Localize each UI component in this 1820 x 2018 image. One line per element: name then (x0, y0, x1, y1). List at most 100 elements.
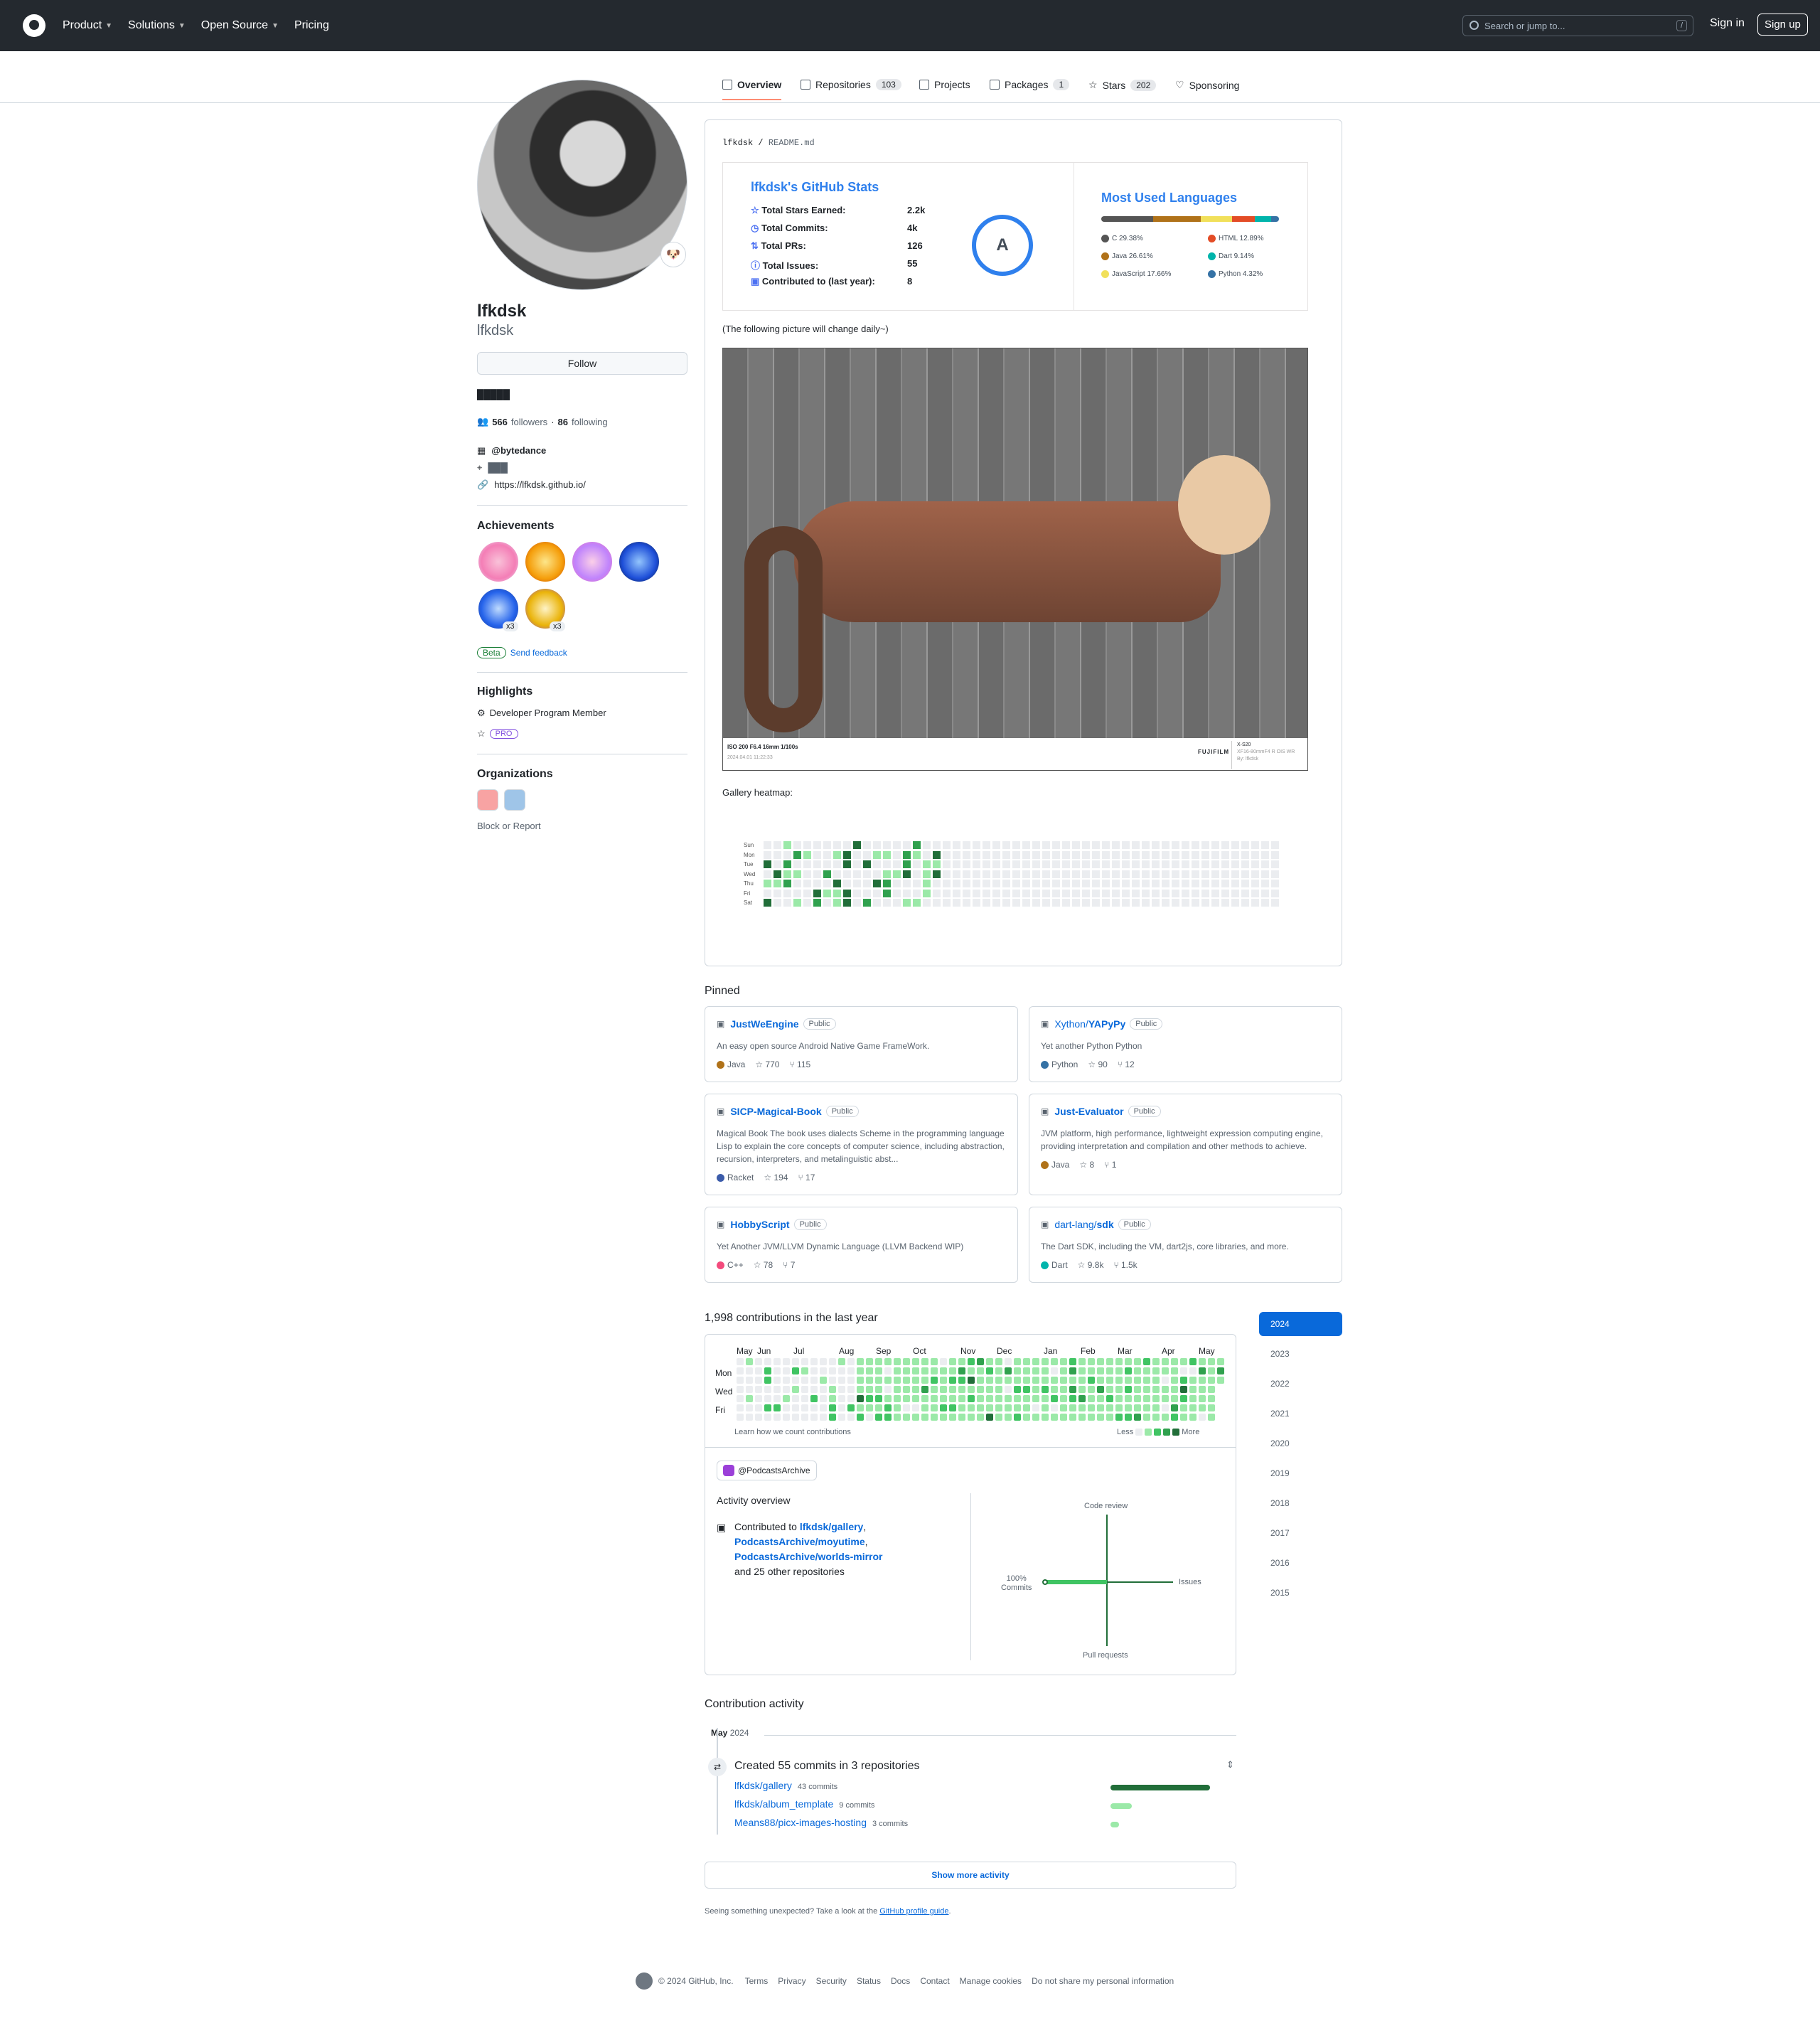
contrib-cell[interactable] (792, 1395, 799, 1402)
contrib-cell[interactable] (977, 1404, 984, 1411)
contrib-cell[interactable] (755, 1404, 762, 1411)
contrib-cell[interactable] (1060, 1395, 1067, 1402)
contrib-cell[interactable] (783, 1358, 790, 1365)
contrib-cell[interactable] (940, 1377, 947, 1384)
contrib-cell[interactable] (995, 1367, 1002, 1374)
contrib-cell[interactable] (894, 1404, 901, 1411)
contrib-cell[interactable] (1199, 1395, 1206, 1402)
contrib-cell[interactable] (1208, 1414, 1215, 1421)
contrib-cell[interactable] (1042, 1377, 1049, 1384)
contrib-cell[interactable] (857, 1386, 864, 1393)
contrib-cell[interactable] (1125, 1386, 1132, 1393)
nav-pricing[interactable]: Pricing (294, 19, 329, 32)
repo-forks[interactable]: ⑂ 7 (783, 1260, 795, 1270)
contrib-cell[interactable] (1208, 1377, 1215, 1384)
github-logo-icon[interactable] (23, 14, 46, 37)
following-label[interactable]: following (572, 417, 608, 427)
contrib-cell[interactable] (1032, 1414, 1039, 1421)
contrib-cell[interactable] (847, 1414, 855, 1421)
contrib-cell[interactable] (755, 1395, 762, 1402)
contrib-cell[interactable] (737, 1358, 744, 1365)
avatar[interactable] (477, 80, 687, 290)
search-input[interactable]: Search or jump to... / (1462, 15, 1693, 36)
contrib-cell[interactable] (829, 1377, 836, 1384)
contrib-cell[interactable] (755, 1377, 762, 1384)
contrib-cell[interactable] (820, 1414, 827, 1421)
contrib-cell[interactable] (1106, 1358, 1113, 1365)
contrib-cell[interactable] (866, 1404, 873, 1411)
contrib-cell[interactable] (1217, 1377, 1224, 1384)
contrib-cell[interactable] (774, 1404, 781, 1411)
contrib-cell[interactable] (912, 1414, 919, 1421)
contrib-cell[interactable] (810, 1377, 818, 1384)
contrib-cell[interactable] (949, 1386, 956, 1393)
repo-name-link[interactable]: dart-lang/sdk (1054, 1219, 1113, 1230)
github-footer-logo-icon[interactable] (636, 1972, 653, 1990)
contrib-cell[interactable] (894, 1414, 901, 1421)
contrib-cell[interactable] (1152, 1358, 1160, 1365)
contrib-cell[interactable] (829, 1404, 836, 1411)
contrib-cell[interactable] (995, 1395, 1002, 1402)
footer-link[interactable]: Do not share my personal information (1032, 1976, 1174, 1986)
contrib-cell[interactable] (1078, 1367, 1086, 1374)
contrib-cell[interactable] (1023, 1386, 1030, 1393)
contrib-cell[interactable] (1005, 1358, 1012, 1365)
contrib-cell[interactable] (1125, 1358, 1132, 1365)
contrib-cell[interactable] (801, 1358, 808, 1365)
contrib-cell[interactable] (810, 1358, 818, 1365)
contrib-cell[interactable] (986, 1404, 993, 1411)
contrib-cell[interactable] (746, 1395, 753, 1402)
contrib-cell[interactable] (940, 1358, 947, 1365)
contrib-cell[interactable] (1097, 1358, 1104, 1365)
contrib-cell[interactable] (866, 1414, 873, 1421)
contrib-cell[interactable] (1069, 1377, 1076, 1384)
contrib-cell[interactable] (1078, 1358, 1086, 1365)
repo-forks[interactable]: ⑂ 1.5k (1113, 1260, 1137, 1270)
contrib-cell[interactable] (875, 1414, 882, 1421)
contrib-cell[interactable] (764, 1386, 771, 1393)
contrib-cell[interactable] (949, 1367, 956, 1374)
contrib-cell[interactable] (1014, 1386, 1021, 1393)
contrib-cell[interactable] (1069, 1404, 1076, 1411)
contrib-cell[interactable] (921, 1414, 928, 1421)
contrib-cell[interactable] (1162, 1404, 1169, 1411)
org-avatar[interactable] (477, 789, 498, 811)
contrib-cell[interactable] (1069, 1367, 1076, 1374)
contrib-cell[interactable] (1042, 1395, 1049, 1402)
contrib-cell[interactable] (949, 1358, 956, 1365)
contrib-cell[interactable] (1134, 1404, 1141, 1411)
footer-link[interactable]: Status (857, 1976, 881, 1986)
footer-link[interactable]: Docs (891, 1976, 910, 1986)
contrib-cell[interactable] (1115, 1404, 1123, 1411)
contrib-cell[interactable] (847, 1377, 855, 1384)
contrib-cell[interactable] (1106, 1414, 1113, 1421)
contrib-cell[interactable] (1152, 1395, 1160, 1402)
contrib-cell[interactable] (1023, 1404, 1030, 1411)
contrib-cell[interactable] (1051, 1404, 1058, 1411)
repo-stars[interactable]: ☆ 90 (1088, 1059, 1107, 1069)
contrib-cell[interactable] (764, 1404, 771, 1411)
send-feedback-link[interactable]: Send feedback (510, 648, 567, 658)
contrib-cell[interactable] (912, 1377, 919, 1384)
tab-overview[interactable]: Overview (722, 79, 782, 100)
contrib-cell[interactable] (875, 1367, 882, 1374)
contrib-cell[interactable] (866, 1377, 873, 1384)
collapse-icon[interactable]: ⇕ (1226, 1759, 1234, 1771)
contrib-cell[interactable] (1189, 1404, 1197, 1411)
contrib-cell[interactable] (792, 1367, 799, 1374)
contrib-cell[interactable] (1032, 1358, 1039, 1365)
contrib-cell[interactable] (838, 1414, 845, 1421)
contrib-cell[interactable] (1097, 1377, 1104, 1384)
contrib-cell[interactable] (1143, 1395, 1150, 1402)
contrib-cell[interactable] (1078, 1377, 1086, 1384)
contrib-cell[interactable] (1088, 1367, 1095, 1374)
contrib-cell[interactable] (931, 1395, 938, 1402)
contrib-cell[interactable] (746, 1367, 753, 1374)
contrib-cell[interactable] (801, 1414, 808, 1421)
contrib-cell[interactable] (1088, 1386, 1095, 1393)
contrib-cell[interactable] (1189, 1395, 1197, 1402)
contrib-cell[interactable] (1014, 1358, 1021, 1365)
contrib-cell[interactable] (783, 1414, 790, 1421)
contrib-cell[interactable] (801, 1367, 808, 1374)
contrib-cell[interactable] (1143, 1414, 1150, 1421)
